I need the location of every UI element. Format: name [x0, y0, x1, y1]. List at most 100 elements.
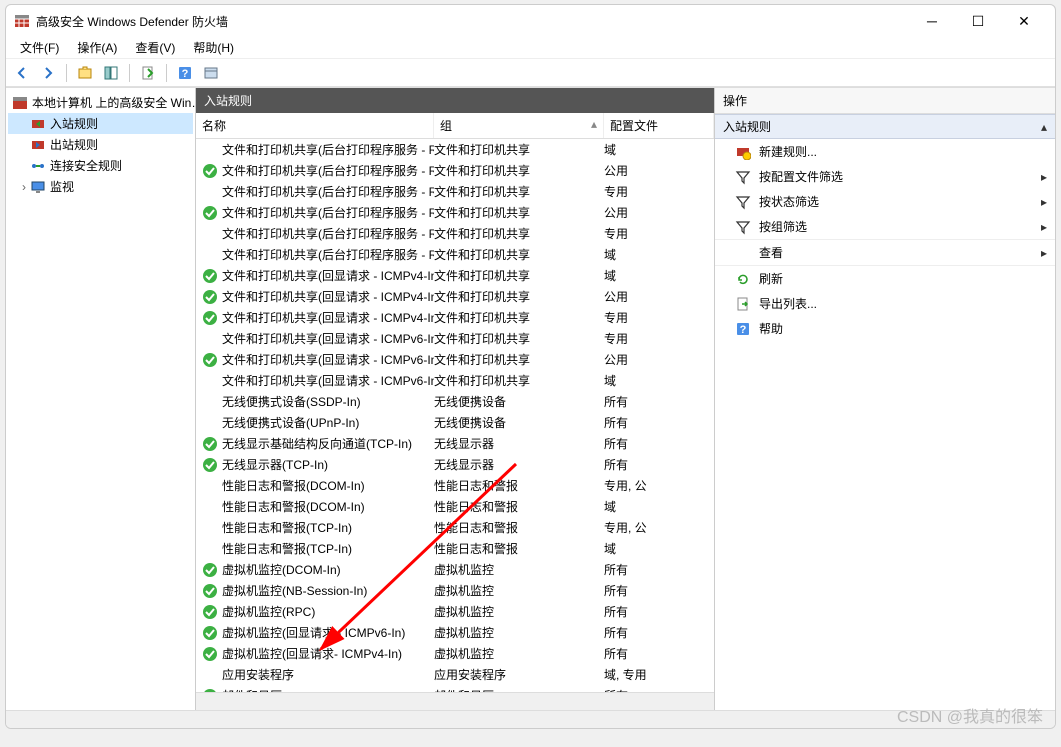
rule-row[interactable]: 虚拟机监控(回显请求 - ICMPv6-In)虚拟机监控所有 [196, 622, 714, 643]
action-new-rule[interactable]: 新建规则... [715, 139, 1055, 164]
rules-list[interactable]: 文件和打印机共享(后台打印程序服务 - R...文件和打印机共享域文件和打印机共… [196, 139, 714, 692]
rule-profile: 域 [604, 540, 660, 557]
action-filter-group[interactable]: 按组筛选 ▸ [715, 214, 1055, 239]
collapse-icon[interactable]: ▴ [1041, 120, 1047, 134]
rule-name: 虚拟机监控(RPC) [222, 603, 315, 620]
expand-icon[interactable]: › [18, 180, 30, 194]
rule-row[interactable]: 性能日志和警报(TCP-In)性能日志和警报专用, 公 [196, 517, 714, 538]
blank-icon [202, 415, 218, 431]
firewall-icon [14, 13, 30, 29]
tree-root[interactable]: 本地计算机 上的高级安全 Win… [8, 92, 193, 113]
rule-name: 性能日志和警报(DCOM-In) [222, 477, 365, 494]
rule-row[interactable]: 文件和打印机共享(回显请求 - ICMPv4-In)文件和打印机共享域 [196, 265, 714, 286]
rule-row[interactable]: 虚拟机监控(RPC)虚拟机监控所有 [196, 601, 714, 622]
rule-profile: 公用 [604, 288, 660, 305]
rule-row[interactable]: 虚拟机监控(回显请求- ICMPv4-In)虚拟机监控所有 [196, 643, 714, 664]
rule-group: 文件和打印机共享 [434, 183, 604, 200]
action-export[interactable]: 导出列表... [715, 291, 1055, 316]
rule-row[interactable]: 无线显示器(TCP-In)无线显示器所有 [196, 454, 714, 475]
rule-name: 文件和打印机共享(回显请求 - ICMPv4-In) [222, 309, 434, 326]
action-filter-profile[interactable]: 按配置文件筛选 ▸ [715, 164, 1055, 189]
rule-group: 邮件和日历 [434, 687, 604, 692]
enabled-icon [202, 583, 218, 599]
rule-profile: 公用 [604, 351, 660, 368]
enabled-icon [202, 604, 218, 620]
rule-profile: 所有 [604, 582, 660, 599]
export-button[interactable] [136, 62, 160, 84]
horizontal-scrollbar[interactable] [196, 692, 714, 710]
rule-row[interactable]: 虚拟机监控(DCOM-In)虚拟机监控所有 [196, 559, 714, 580]
menu-action[interactable]: 操作(A) [69, 37, 125, 58]
rule-row[interactable]: 文件和打印机共享(回显请求 - ICMPv4-In)文件和打印机共享专用 [196, 307, 714, 328]
separator [66, 64, 67, 82]
action-view[interactable]: 查看 ▸ [715, 240, 1055, 265]
rule-row[interactable]: 性能日志和警报(TCP-In)性能日志和警报域 [196, 538, 714, 559]
rule-row[interactable]: 应用安装程序应用安装程序域, 专用 [196, 664, 714, 685]
action-help[interactable]: ?帮助 [715, 316, 1055, 341]
rule-profile: 所有 [604, 561, 660, 578]
enabled-icon [202, 310, 218, 326]
rule-group: 虚拟机监控 [434, 645, 604, 662]
rule-profile: 所有 [604, 603, 660, 620]
rule-group: 无线显示器 [434, 456, 604, 473]
rule-name: 文件和打印机共享(后台打印程序服务 - R... [222, 225, 434, 242]
action-filter-state[interactable]: 按状态筛选 ▸ [715, 189, 1055, 214]
separator [129, 64, 130, 82]
rule-name: 文件和打印机共享(回显请求 - ICMPv4-In) [222, 288, 434, 305]
rule-name: 文件和打印机共享(回显请求 - ICMPv6-In) [222, 351, 434, 368]
minimize-button[interactable]: ─ [909, 5, 955, 37]
rule-row[interactable]: 文件和打印机共享(回显请求 - ICMPv6-In)文件和打印机共享专用 [196, 328, 714, 349]
tree-inbound[interactable]: 入站规则 [8, 113, 193, 134]
rule-row[interactable]: 无线便携式设备(SSDP-In)无线便携设备所有 [196, 391, 714, 412]
rule-group: 性能日志和警报 [434, 498, 604, 515]
watermark: CSDN @我真的很笨 [897, 703, 1043, 727]
col-name[interactable]: 名称 [196, 113, 434, 138]
rule-row[interactable]: 邮件和日历邮件和日历所有 [196, 685, 714, 692]
help-button[interactable]: ? [173, 62, 197, 84]
rule-name: 无线便携式设备(UPnP-In) [222, 414, 359, 431]
rule-row[interactable]: 文件和打印机共享(后台打印程序服务 - R...文件和打印机共享专用 [196, 181, 714, 202]
rule-name: 邮件和日历 [222, 687, 282, 692]
rule-name: 文件和打印机共享(后台打印程序服务 - R... [222, 162, 434, 179]
forward-button[interactable] [36, 62, 60, 84]
close-button[interactable]: ✕ [1001, 5, 1047, 37]
rule-row[interactable]: 虚拟机监控(NB-Session-In)虚拟机监控所有 [196, 580, 714, 601]
rule-row[interactable]: 无线便携式设备(UPnP-In)无线便携设备所有 [196, 412, 714, 433]
rule-row[interactable]: 文件和打印机共享(后台打印程序服务 - R...文件和打印机共享域 [196, 244, 714, 265]
tree-monitor[interactable]: › 监视 [8, 176, 193, 197]
menu-file[interactable]: 文件(F) [12, 37, 67, 58]
rule-group: 文件和打印机共享 [434, 141, 604, 158]
col-group[interactable]: 组▴ [434, 113, 604, 138]
blank-icon [202, 247, 218, 263]
rule-row[interactable]: 文件和打印机共享(回显请求 - ICMPv4-In)文件和打印机共享公用 [196, 286, 714, 307]
action-refresh[interactable]: 刷新 [715, 266, 1055, 291]
col-profile[interactable]: 配置文件 [604, 113, 714, 138]
menu-help[interactable]: 帮助(H) [185, 37, 242, 58]
properties-button[interactable] [199, 62, 223, 84]
menu-view[interactable]: 查看(V) [127, 37, 183, 58]
tree-conn-security[interactable]: 连接安全规则 [8, 155, 193, 176]
blank-icon [202, 520, 218, 536]
rule-row[interactable]: 性能日志和警报(DCOM-In)性能日志和警报专用, 公 [196, 475, 714, 496]
rule-profile: 所有 [604, 687, 660, 692]
rule-name: 无线显示器(TCP-In) [222, 456, 328, 473]
rule-group: 性能日志和警报 [434, 519, 604, 536]
rule-row[interactable]: 文件和打印机共享(回显请求 - ICMPv6-In)文件和打印机共享公用 [196, 349, 714, 370]
rule-group: 文件和打印机共享 [434, 246, 604, 263]
rule-row[interactable]: 文件和打印机共享(后台打印程序服务 - R...文件和打印机共享公用 [196, 202, 714, 223]
rule-row[interactable]: 文件和打印机共享(后台打印程序服务 - R...文件和打印机共享专用 [196, 223, 714, 244]
rule-name: 无线显示基础结构反向通道(TCP-In) [222, 435, 412, 452]
rule-row[interactable]: 无线显示基础结构反向通道(TCP-In)无线显示器所有 [196, 433, 714, 454]
rule-group: 文件和打印机共享 [434, 267, 604, 284]
rule-row[interactable]: 文件和打印机共享(后台打印程序服务 - R...文件和打印机共享公用 [196, 160, 714, 181]
outbound-icon [30, 137, 46, 153]
back-button[interactable] [10, 62, 34, 84]
show-hide-tree-button[interactable] [99, 62, 123, 84]
tree-outbound[interactable]: 出站规则 [8, 134, 193, 155]
rule-row[interactable]: 文件和打印机共享(后台打印程序服务 - R...文件和打印机共享域 [196, 139, 714, 160]
up-button[interactable] [73, 62, 97, 84]
rule-row[interactable]: 文件和打印机共享(回显请求 - ICMPv6-In)文件和打印机共享域 [196, 370, 714, 391]
maximize-button[interactable]: ☐ [955, 5, 1001, 37]
rule-row[interactable]: 性能日志和警报(DCOM-In)性能日志和警报域 [196, 496, 714, 517]
actions-title: 操作 [715, 88, 1055, 114]
